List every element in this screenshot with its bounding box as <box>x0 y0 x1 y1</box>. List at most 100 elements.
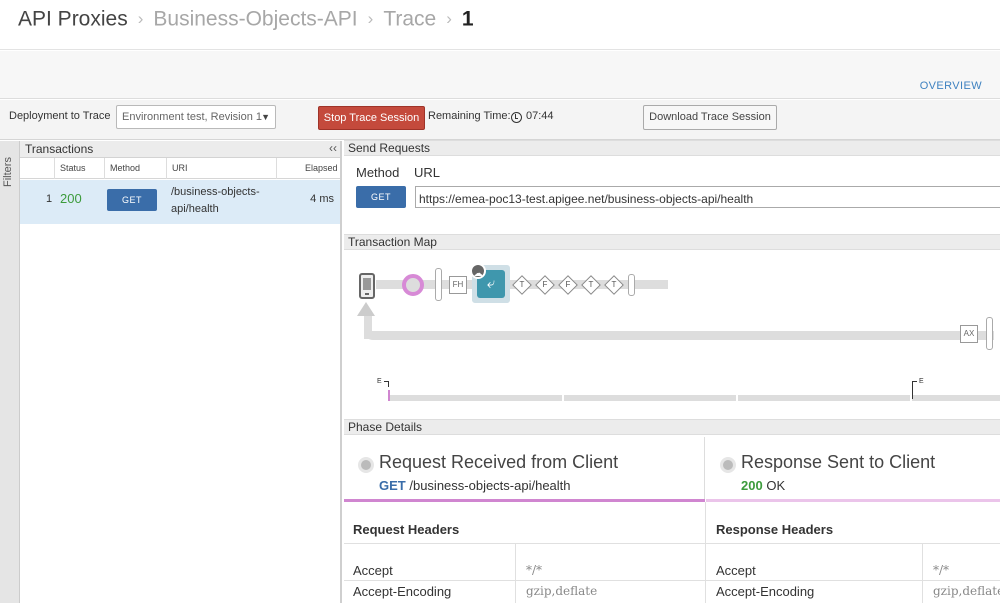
timeline-bar <box>388 395 562 401</box>
row-status: 200 <box>60 191 82 206</box>
breadcrumb: API Proxies › Business-Objects-API › Trace › 1 <box>18 6 474 32</box>
collapse-icon[interactable]: ‹‹ <box>329 141 337 155</box>
request-header-value: gzip,deflate <box>526 584 598 598</box>
clock-icon <box>511 112 522 123</box>
column-method[interactable]: Method <box>104 158 166 179</box>
trace-detail-panel: Send Requests Method URL GET Transaction… <box>344 140 1000 603</box>
row-uri: /business-objects-api/health <box>171 186 260 215</box>
response-headers-title: Response Headers <box>716 522 834 537</box>
divider <box>922 543 923 603</box>
cloud-icon: ☁ <box>470 263 486 279</box>
timeline-bracket <box>912 381 917 399</box>
policy-letter: F <box>565 280 571 289</box>
policy-letter: F <box>542 280 548 289</box>
table-row[interactable]: 1 200 GET /business-objects-api/health 4… <box>20 180 340 224</box>
phase-details-title: Phase Details <box>348 420 423 434</box>
timeline-bar <box>738 395 910 401</box>
phase-request-received[interactable]: Request Received from Client GET /busine… <box>344 437 705 501</box>
remaining-time-label: Remaining Time: <box>428 110 511 122</box>
send-requests-header: Send Requests <box>344 140 1000 156</box>
remaining-time-value: 07:44 <box>526 110 554 122</box>
phone-icon <box>359 273 375 299</box>
transaction-map: FH ⤶ ☁ T F F T T AX E E <box>344 251 1000 426</box>
breadcrumb-proxy-name[interactable]: Business-Objects-API <box>153 7 357 30</box>
url-label: URL <box>414 165 441 180</box>
caret-down-icon: ▼ <box>261 112 270 122</box>
deployment-label: Deployment to Trace <box>9 110 111 122</box>
row-method-badge: GET <box>107 189 157 211</box>
download-trace-button[interactable]: Download Trace Session <box>643 105 777 130</box>
transactions-panel: Transactions ‹‹ Status Method URI Elapse… <box>20 141 342 603</box>
url-input[interactable] <box>415 186 1000 208</box>
transaction-map-title: Transaction Map <box>348 235 437 249</box>
phase-response-sent[interactable]: Response Sent to Client 200 OK <box>706 437 1000 501</box>
column-status[interactable]: Status <box>54 158 104 179</box>
phase-request-line: GET /business-objects-api/health <box>379 478 571 493</box>
breadcrumb-separator: › <box>367 9 374 29</box>
phase-title: Response Sent to Client <box>741 452 936 472</box>
tab-band: OVERVIEW <box>0 51 1000 99</box>
overview-link[interactable]: OVERVIEW <box>920 80 982 92</box>
trace-toolbar: Deployment to Trace Environment test, Re… <box>0 100 1000 140</box>
phase-path: /business-objects-api/health <box>409 478 571 493</box>
divider <box>344 543 1000 544</box>
timeline-bracket <box>384 381 389 387</box>
filters-label: Filters <box>2 157 14 187</box>
headers-section: Request Headers Response Headers Accept … <box>344 502 1000 603</box>
flow-node[interactable] <box>986 317 993 350</box>
response-header-key: Accept-Encoding <box>716 584 815 599</box>
timeline-marker: E <box>919 378 924 385</box>
policy-letter: T <box>519 280 525 289</box>
policy-letter: T <box>588 280 594 289</box>
row-number: 1 <box>46 193 53 205</box>
request-header-value: */* <box>526 563 543 577</box>
deployment-select[interactable]: Environment test, Revision 1 ▼ <box>116 105 276 129</box>
breadcrumb-trace[interactable]: Trace <box>383 7 436 30</box>
breadcrumb-separator: › <box>137 9 144 29</box>
deployment-select-value: Environment test, Revision 1 <box>122 111 263 123</box>
response-flow-pipe <box>364 331 994 340</box>
flow-node[interactable] <box>435 268 442 301</box>
transactions-columns: Status Method URI Elapsed <box>20 158 340 179</box>
phase-method: GET <box>379 478 406 493</box>
request-header-key: Accept-Encoding <box>353 584 452 599</box>
timeline-marker: E <box>377 378 382 385</box>
response-header-value: gzip,deflate <box>933 584 1000 598</box>
arrow-up-icon <box>357 302 375 316</box>
send-requests-title: Send Requests <box>348 141 431 155</box>
method-label: Method <box>356 165 400 180</box>
breadcrumb-separator: › <box>446 9 452 29</box>
breadcrumb-api-proxies[interactable]: API Proxies <box>18 7 128 30</box>
send-method-button[interactable]: GET <box>356 186 406 208</box>
phase-response-line: 200 OK <box>741 478 785 493</box>
timeline-bar <box>912 395 1000 401</box>
request-headers-title: Request Headers <box>353 522 460 537</box>
breadcrumb-revision: 1 <box>461 7 474 31</box>
policy-letter: T <box>611 280 617 289</box>
row-elapsed: 4 ms <box>310 193 334 205</box>
timeline-start-marker <box>388 390 390 401</box>
stop-trace-button[interactable]: Stop Trace Session <box>318 106 425 130</box>
phase-status-code: 200 <box>741 478 763 493</box>
transactions-title: Transactions <box>25 142 94 156</box>
divider <box>344 580 1000 581</box>
proxy-endpoint-node[interactable] <box>402 274 424 296</box>
column-uri[interactable]: URI <box>166 158 276 179</box>
filters-sidebar[interactable]: Filters <box>0 141 20 603</box>
phase-dot-icon <box>358 457 374 473</box>
phase-dot-icon <box>720 457 736 473</box>
timeline-bar <box>564 395 736 401</box>
flow-node[interactable] <box>628 274 635 296</box>
transactions-header: Transactions ‹‹ <box>20 141 340 158</box>
flow-hook-node[interactable]: FH <box>449 276 467 294</box>
phase-title: Request Received from Client <box>379 452 619 472</box>
phase-status-text: OK <box>766 478 786 493</box>
transaction-map-header: Transaction Map <box>344 234 1000 250</box>
page-header: API Proxies › Business-Objects-API › Trace › 1 <box>0 0 1000 50</box>
response-header-value: */* <box>933 563 950 577</box>
column-elapsed[interactable]: Elapsed <box>276 158 340 179</box>
analytics-node[interactable]: AX <box>960 325 978 343</box>
response-header-key: Accept <box>716 563 756 578</box>
divider <box>515 543 516 603</box>
divider <box>705 502 706 603</box>
